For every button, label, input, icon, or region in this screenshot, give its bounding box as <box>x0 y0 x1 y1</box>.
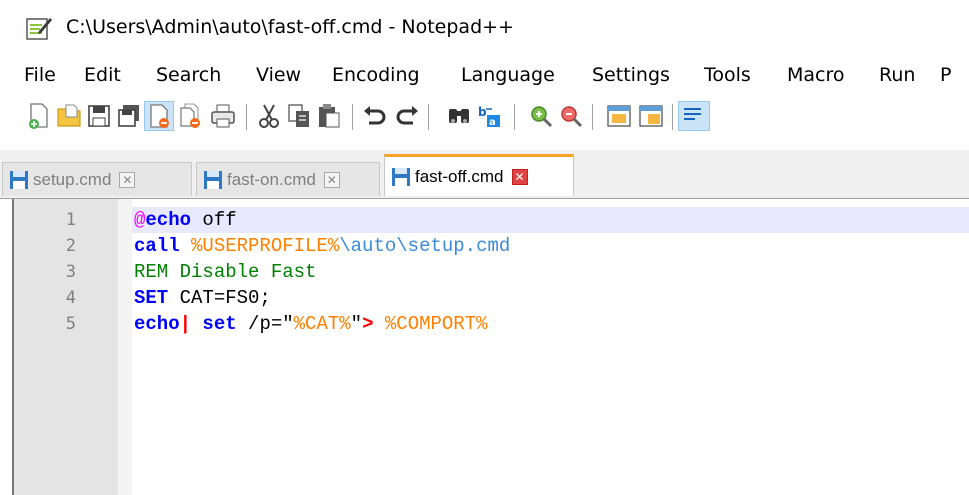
code-text: call %USERPROFILE%\auto\setup.cmd <box>134 235 510 257</box>
toolbar-separator <box>592 104 593 130</box>
tab-fast-on-cmd[interactable]: fast-on.cmd ✕ <box>196 162 380 196</box>
code-token: call <box>134 235 180 257</box>
code-token: set <box>202 313 237 335</box>
code-token: CAT=FS0; <box>168 287 271 309</box>
save-all-icon[interactable] <box>114 101 144 131</box>
title-bar: C:\Users\Admin\auto\fast-off.cmd - Notep… <box>0 0 969 56</box>
window-title: C:\Users\Admin\auto\fast-off.cmd - Notep… <box>66 16 514 38</box>
word-wrap-button[interactable] <box>678 101 710 131</box>
toolbar: b a <box>0 96 969 136</box>
tab-label: setup.cmd <box>33 169 112 189</box>
menu-language[interactable]: Language <box>461 64 555 86</box>
menu-settings[interactable]: Settings <box>592 64 670 86</box>
code-line[interactable]: 3 REM Disable Fast <box>0 259 969 285</box>
new-file-icon[interactable] <box>24 101 54 131</box>
undo-icon[interactable] <box>360 101 390 131</box>
menu-file[interactable]: File <box>24 64 56 86</box>
menu-bar: File Edit Search View Encoding Language … <box>0 60 969 90</box>
menu-macro[interactable]: Macro <box>787 64 845 86</box>
saved-file-icon <box>392 167 410 186</box>
saved-file-icon <box>10 170 28 189</box>
current-line-highlight <box>132 207 969 233</box>
tab-label: fast-off.cmd <box>415 166 504 186</box>
code-token: %COMPORT% <box>384 313 488 335</box>
code-token: | <box>179 313 192 335</box>
code-line[interactable]: 1 @echo off <box>0 207 969 233</box>
redo-icon[interactable] <box>392 101 422 131</box>
code-text: echo| set /p="%CAT%"> %COMPORT% <box>134 313 488 335</box>
saved-file-icon <box>204 170 222 189</box>
svg-text:b: b <box>478 105 487 119</box>
code-token: echo <box>145 209 192 231</box>
code-editor[interactable]: 1 @echo off 2 call %USERPROFILE%\auto\se… <box>0 198 969 495</box>
toolbar-separator <box>352 104 353 130</box>
open-file-icon[interactable] <box>54 101 84 131</box>
line-number: 1 <box>65 210 76 230</box>
code-token: > <box>362 313 374 335</box>
notepad-app-icon <box>26 18 52 40</box>
save-icon[interactable] <box>84 101 114 131</box>
zoom-out-icon[interactable] <box>556 101 586 131</box>
find-icon[interactable] <box>444 101 474 131</box>
tab-label: fast-on.cmd <box>227 169 316 189</box>
code-text: SET CAT=FS0; <box>134 287 271 309</box>
code-token: SET <box>134 287 169 309</box>
code-text: @echo off <box>134 209 237 231</box>
code-token: %CAT% <box>293 313 351 335</box>
close-icon[interactable]: ✕ <box>511 168 528 185</box>
menu-view[interactable]: View <box>256 64 301 86</box>
code-line[interactable]: 2 call %USERPROFILE%\auto\setup.cmd <box>0 233 969 259</box>
code-line[interactable]: 4 SET CAT=FS0; <box>0 285 969 311</box>
menu-search[interactable]: Search <box>156 64 221 86</box>
line-number: 3 <box>65 262 76 282</box>
code-token: echo <box>134 313 180 335</box>
svg-text:a: a <box>489 117 496 128</box>
code-token: @ <box>134 209 146 231</box>
toolbar-separator <box>428 104 429 130</box>
word-wrap-icon <box>684 108 701 120</box>
close-icon[interactable]: ✕ <box>119 171 136 188</box>
toolbar-separator <box>514 104 515 130</box>
tab-fast-off-cmd[interactable]: fast-off.cmd ✕ <box>384 154 574 196</box>
cut-icon[interactable] <box>254 101 284 131</box>
code-token: /p=" <box>236 313 294 335</box>
line-number: 4 <box>65 288 76 308</box>
zoom-in-icon[interactable] <box>526 101 556 131</box>
code-line[interactable]: 5 echo| set /p="%CAT%"> %COMPORT% <box>0 311 969 337</box>
tab-strip: setup.cmd ✕ fast-on.cmd ✕ fast-off.cmd ✕ <box>0 150 969 198</box>
menu-plugins[interactable]: P <box>940 64 951 86</box>
paste-icon[interactable] <box>314 101 344 131</box>
menu-encoding[interactable]: Encoding <box>332 64 420 86</box>
tab-setup-cmd[interactable]: setup.cmd ✕ <box>2 162 192 196</box>
close-file-icon <box>150 104 169 128</box>
close-button-active[interactable] <box>144 101 174 131</box>
replace-icon[interactable]: b a <box>474 101 504 131</box>
toolbar-separator <box>246 104 247 130</box>
menu-tools[interactable]: Tools <box>704 64 751 86</box>
menu-edit[interactable]: Edit <box>84 64 121 86</box>
code-token: %USERPROFILE% <box>191 235 340 257</box>
code-token: " <box>350 313 363 335</box>
toolbar-separator <box>672 104 673 130</box>
copy-icon[interactable] <box>284 101 314 131</box>
sync-vertical-icon[interactable] <box>604 101 634 131</box>
menu-run[interactable]: Run <box>879 64 915 86</box>
print-icon[interactable] <box>208 101 238 131</box>
line-number: 5 <box>65 314 76 334</box>
code-text: REM Disable Fast <box>134 261 316 283</box>
close-icon[interactable]: ✕ <box>323 171 340 188</box>
code-token: \auto\setup.cmd <box>339 235 511 257</box>
sync-horizontal-icon[interactable] <box>636 101 666 131</box>
line-number: 2 <box>65 236 76 256</box>
close-all-icon[interactable] <box>176 101 206 131</box>
code-token: off <box>191 209 237 231</box>
code-token: REM Disable Fast <box>134 261 317 283</box>
